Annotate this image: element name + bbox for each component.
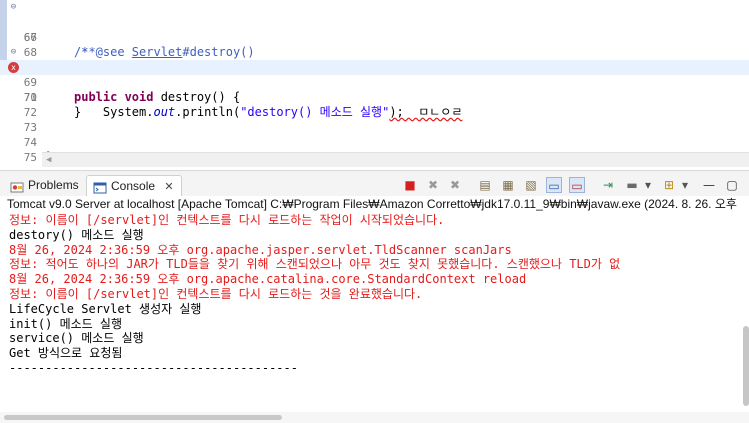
fold-icon[interactable]: ⊖ [9, 48, 18, 57]
code-line-69[interactable]: ⊖ 69 public void destroy() { [0, 45, 749, 105]
code-line-75[interactable]: 75 [0, 135, 749, 164]
console-vertical-scrollbar[interactable] [743, 326, 749, 406]
open-console-icon[interactable]: ⊞ [661, 177, 677, 193]
line-number: 75 [23, 151, 37, 164]
tab-console[interactable]: Console ✕ [86, 175, 182, 196]
minimize-icon[interactable]: — [701, 177, 717, 193]
console-line: 8월 26, 2024 2:36:59 오후 org.apache.jasper… [9, 242, 512, 257]
code-line-71[interactable]: 71 } [0, 75, 749, 119]
display-console-icon[interactable]: ▬ [624, 177, 640, 193]
console-line: service() 메소드 실행 [9, 331, 144, 346]
word-wrap-icon[interactable]: ▧ [523, 177, 539, 193]
console-icon [93, 180, 107, 194]
code-line-66[interactable]: ⊖ 66 /** [0, 0, 749, 60]
show-on-stderr-icon[interactable]: ▭ [569, 177, 585, 193]
remove-all-terminated-icon[interactable]: ✖ [447, 177, 463, 193]
open-console-menu-icon[interactable]: ▾ [680, 177, 690, 193]
pin-console-icon[interactable]: ⇥ [600, 177, 616, 193]
scroll-lock-icon[interactable]: ▦ [500, 177, 516, 193]
console-view-header: Problems Console ✕ ■ ✖ ✖ ▤ ▦ ▧ ▭ ▭ ⇥ ▬ ▾… [0, 174, 749, 197]
code-line-70-current[interactable]: x 70 System.out.println("destory() 메소드 실… [0, 60, 749, 119]
code-line-72[interactable]: 72 [0, 90, 749, 119]
code-line-68[interactable]: 68 */ [0, 30, 749, 74]
display-console-menu-icon[interactable]: ▾ [643, 177, 653, 193]
scrollbar-thumb[interactable] [4, 415, 282, 420]
code-line-67[interactable]: 67 * @see Servlet#destroy() [0, 15, 749, 59]
console-line: LifeCycle Servlet 생성자 실행 [9, 301, 202, 316]
scroll-left-icon[interactable]: ◀ [46, 155, 51, 165]
console-line: ---------------------------------------- [9, 360, 298, 375]
console-line: 8월 26, 2024 2:36:59 오후 org.apache.catali… [9, 272, 527, 287]
console-horizontal-scrollbar[interactable] [0, 412, 749, 423]
close-icon[interactable]: ✕ [164, 180, 173, 193]
console-line: init() 메소드 실행 [9, 316, 122, 331]
tab-problems[interactable]: Problems [4, 175, 84, 195]
problems-icon [10, 179, 24, 193]
tab-label: Problems [28, 178, 79, 192]
code-line-74[interactable]: 74 } [0, 120, 749, 164]
editor-horizontal-scrollbar[interactable]: ◀ [42, 152, 749, 167]
terminate-icon[interactable]: ■ [402, 177, 418, 193]
console-output[interactable]: 정보: 이름이 [/servlet]인 컨텍스트를 다시 로드하는 작업이 시작… [0, 213, 749, 409]
console-line: 정보: 이름이 [/servlet]인 컨텍스트를 다시 로드하는 것을 완료했… [9, 286, 423, 301]
fold-icon[interactable]: ⊖ [9, 3, 18, 12]
clear-console-icon[interactable]: ▤ [477, 177, 493, 193]
error-icon[interactable]: x [8, 62, 19, 73]
console-line: Get 방식으로 요청됨 [9, 346, 123, 361]
code-editor[interactable]: ⊖ 66 /** 67 * @see Servlet#destroy() 68 … [0, 0, 749, 170]
remove-launch-icon[interactable]: ✖ [425, 177, 441, 193]
console-line: destory() 메소드 실행 [9, 227, 144, 242]
code-line-73[interactable]: 73 [0, 105, 749, 134]
console-process-title: Tomcat v9.0 Server at localhost [Apache … [0, 196, 749, 212]
tab-label: Console [111, 179, 156, 193]
console-line: 정보: 이름이 [/servlet]인 컨텍스트를 다시 로드하는 작업이 시작… [9, 213, 445, 227]
maximize-icon[interactable]: ▢ [724, 177, 740, 193]
show-on-stdout-icon[interactable]: ▭ [546, 177, 562, 193]
console-line: 정보: 적어도 하나의 JAR가 TLD들을 찾기 위해 스캔되었으나 아무 것… [9, 257, 621, 272]
